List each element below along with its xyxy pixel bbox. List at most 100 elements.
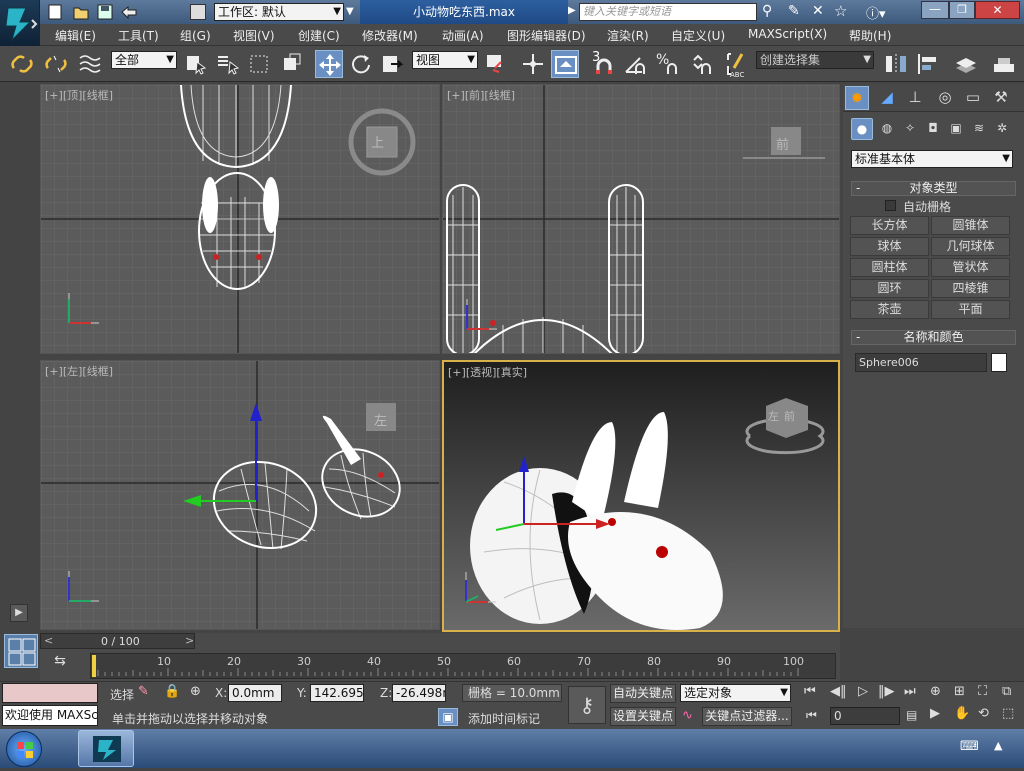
modify-tab-icon[interactable]: ◢ bbox=[875, 86, 899, 110]
app-menu-button[interactable] bbox=[0, 0, 40, 46]
sphere-button[interactable]: 球体 bbox=[850, 237, 929, 256]
object-type-rollout-header[interactable]: - 对象类型 bbox=[851, 181, 1016, 196]
menu-graph-editors[interactable]: 图形编辑器(D) bbox=[507, 27, 586, 44]
geosphere-button[interactable]: 几何球体 bbox=[931, 237, 1010, 256]
cylinder-button[interactable]: 圆柱体 bbox=[850, 258, 929, 277]
reference-coord-dropdown[interactable]: 视图 ▼ bbox=[412, 51, 478, 69]
viewcube-face-label[interactable]: 左 bbox=[768, 408, 779, 424]
key-mode-dropdown[interactable]: 选定对象 ▼ bbox=[680, 684, 791, 702]
vp-shading-menu[interactable]: [线框] bbox=[82, 89, 113, 102]
align-icon[interactable] bbox=[914, 50, 942, 78]
menu-group[interactable]: 组(G) bbox=[180, 27, 211, 44]
start-button[interactable] bbox=[6, 731, 42, 767]
play-arrow-icon[interactable]: ▶ bbox=[568, 5, 576, 16]
primitive-type-dropdown[interactable]: 标准基本体 ▼ bbox=[851, 150, 1013, 168]
vp-plus-menu[interactable]: [+] bbox=[448, 366, 466, 379]
autogrid-checkbox[interactable] bbox=[885, 200, 896, 211]
workspace-dropdown[interactable]: 工作区: 默认 ▼ bbox=[214, 3, 344, 21]
edit-named-selection-icon[interactable]: ABC bbox=[722, 50, 750, 79]
set-key-icon[interactable]: ⚷ bbox=[568, 686, 606, 724]
key-filters-button[interactable]: 关键点过滤器... bbox=[702, 707, 792, 726]
restore-button[interactable]: ❐ bbox=[949, 1, 975, 19]
curve-editor-icon[interactable]: ⇆ bbox=[40, 653, 80, 677]
maxscript-listener-mini[interactable] bbox=[2, 683, 98, 703]
rotate-icon[interactable] bbox=[347, 50, 375, 78]
vp-shading-menu[interactable]: [真实] bbox=[496, 366, 527, 379]
vp-plus-menu[interactable]: [+] bbox=[45, 89, 63, 102]
zoom-all-icon[interactable]: ⊞ bbox=[954, 684, 965, 699]
viewport-persp-label[interactable]: [+][透视][真实] bbox=[448, 364, 527, 380]
orbit-icon[interactable]: ⟲ bbox=[978, 706, 989, 721]
time-slider-right-arrow[interactable]: > bbox=[185, 634, 194, 647]
viewport-left[interactable]: [+][左][线框] 左 bbox=[40, 360, 440, 630]
manipulate-icon[interactable] bbox=[519, 50, 547, 78]
shapes-icon[interactable]: ◍ bbox=[876, 118, 898, 140]
time-slider-left-arrow[interactable]: < bbox=[44, 634, 53, 647]
vp-view-menu[interactable]: [顶] bbox=[63, 89, 83, 102]
pan-hand-icon[interactable]: ✋ bbox=[954, 706, 970, 721]
menu-edit[interactable]: 编辑(E) bbox=[55, 27, 96, 44]
exchange-icon[interactable]: ✕ bbox=[812, 3, 824, 19]
time-config-icon[interactable]: ▤ bbox=[906, 708, 922, 726]
bind-spacewarp-icon[interactable] bbox=[76, 50, 104, 78]
viewport-top[interactable]: [+][顶][线框] 上 bbox=[40, 84, 440, 354]
vp-view-menu[interactable]: [透视] bbox=[466, 366, 497, 379]
viewport-perspective[interactable]: [+][透视][真实] 左 前 bbox=[442, 360, 840, 632]
minimize-button[interactable]: — bbox=[921, 1, 949, 19]
motion-tab-icon[interactable]: ◎ bbox=[933, 86, 957, 110]
menu-views[interactable]: 视图(V) bbox=[233, 27, 275, 44]
menu-help[interactable]: 帮助(H) bbox=[849, 27, 891, 44]
absolute-mode-icon[interactable]: ⊕ bbox=[190, 684, 208, 702]
maximize-viewport-icon[interactable]: ⬚ bbox=[1002, 706, 1014, 721]
menu-rendering[interactable]: 渲染(R) bbox=[607, 27, 649, 44]
pyramid-button[interactable]: 四棱锥 bbox=[931, 279, 1010, 298]
vp-shading-menu[interactable]: [线框] bbox=[82, 365, 113, 378]
tube-button[interactable]: 管状体 bbox=[931, 258, 1010, 277]
select-object-icon[interactable] bbox=[182, 50, 210, 78]
project-folder-icon[interactable] bbox=[190, 4, 206, 20]
isolate-selection-icon[interactable]: ✎ bbox=[138, 684, 154, 702]
current-frame-field[interactable]: 0 bbox=[830, 707, 900, 725]
graphite-tools-icon[interactable] bbox=[990, 50, 1018, 78]
named-selection-set-dropdown[interactable]: 创建选择集 ▼ bbox=[756, 51, 874, 69]
name-color-rollout-header[interactable]: - 名称和颜色 bbox=[851, 330, 1016, 345]
next-frame-icon[interactable]: ‖▶ bbox=[878, 684, 895, 699]
spinner-snap-icon[interactable] bbox=[686, 50, 714, 78]
z-coordinate-field[interactable]: -26.498mm bbox=[392, 684, 446, 702]
track-bar[interactable]: 10 20 30 40 50 60 70 80 90 100 bbox=[90, 653, 836, 679]
auto-key-button[interactable]: 自动关键点 bbox=[610, 684, 676, 703]
wrench-icon[interactable]: ✎ bbox=[788, 3, 800, 19]
star-icon[interactable]: ☆ bbox=[834, 2, 847, 20]
rect-selection-icon[interactable] bbox=[246, 50, 274, 78]
viewport-left-label[interactable]: [+][左][线框] bbox=[45, 363, 113, 379]
scale-icon[interactable] bbox=[379, 50, 407, 78]
add-time-tag-icon[interactable]: ▣ bbox=[438, 708, 458, 726]
window-crossing-icon[interactable] bbox=[278, 50, 306, 78]
search-input[interactable]: 键入关键字或短语 bbox=[579, 3, 757, 21]
chevron-down-icon[interactable]: ▼ bbox=[346, 6, 354, 17]
vp-plus-menu[interactable]: [+] bbox=[447, 89, 465, 102]
torus-button[interactable]: 圆环 bbox=[850, 279, 929, 298]
keyboard-icon[interactable]: ⌨ bbox=[960, 739, 979, 754]
expand-panel-arrow-icon[interactable]: ▶ bbox=[10, 604, 28, 622]
zoom-extents-icon[interactable]: ⛶ bbox=[978, 684, 987, 699]
set-key-button[interactable]: 设置关键点 bbox=[610, 707, 676, 726]
utilities-tab-icon[interactable]: ⚒ bbox=[989, 86, 1013, 110]
helpers-icon[interactable]: ▣ bbox=[945, 118, 967, 140]
cone-button[interactable]: 圆锥体 bbox=[931, 216, 1010, 235]
menu-maxscript[interactable]: MAXScript(X) bbox=[748, 27, 827, 41]
pivot-center-icon[interactable] bbox=[483, 50, 511, 78]
angle-snap-icon[interactable] bbox=[622, 50, 650, 78]
display-tab-icon[interactable]: ▭ bbox=[961, 86, 985, 110]
object-name-field[interactable]: Sphere006 bbox=[855, 353, 987, 372]
box-button[interactable]: 长方体 bbox=[850, 216, 929, 235]
viewport-front[interactable]: [+][前][线框] 前 bbox=[442, 84, 840, 354]
time-slider[interactable]: < 0 / 100 > bbox=[40, 633, 195, 649]
create-tab-icon[interactable]: ✹ bbox=[845, 86, 869, 110]
menu-customize[interactable]: 自定义(U) bbox=[671, 27, 725, 44]
tray-expand-icon[interactable]: ▲ bbox=[994, 739, 1002, 752]
menu-modifiers[interactable]: 修改器(M) bbox=[362, 27, 418, 44]
viewcube-face-label[interactable]: 上 bbox=[371, 132, 384, 151]
menu-tools[interactable]: 工具(T) bbox=[118, 27, 159, 44]
zoom-extents-all-icon[interactable]: ⧉ bbox=[1002, 684, 1011, 699]
